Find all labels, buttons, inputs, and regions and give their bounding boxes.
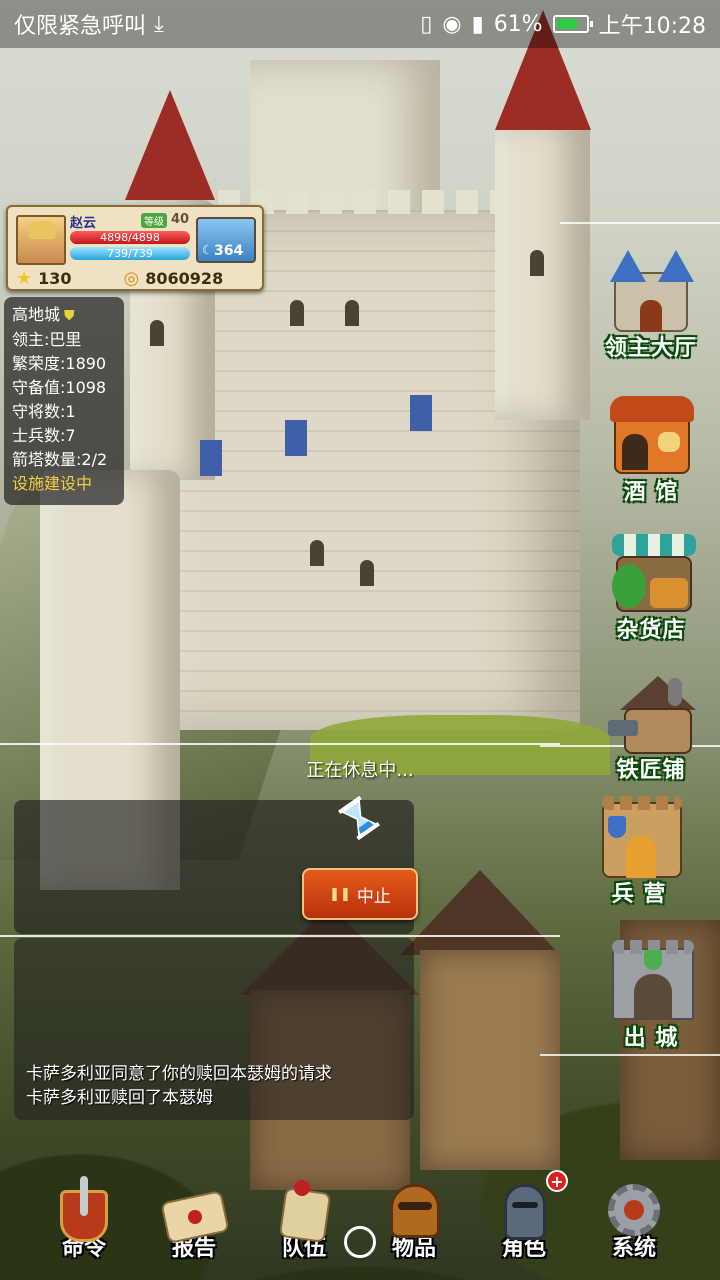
city-lord: 领主:巴里 — [12, 330, 82, 349]
level-value: 40 — [171, 212, 190, 227]
city-defense: 守备值:1098 — [12, 378, 107, 397]
hp-bar: 4898/4898 — [70, 231, 190, 244]
castle-window — [530, 250, 544, 276]
divider — [560, 222, 720, 224]
nav-items[interactable]: 物品 — [364, 1170, 464, 1280]
castle-banner — [410, 395, 432, 431]
castle-banner — [200, 440, 222, 476]
message-log: 卡萨多利亚同意了你的赎回本瑟姆的请求 卡萨多利亚赎回了本瑟姆 — [26, 1062, 426, 1110]
alert-battery-icon: ▮ — [471, 11, 484, 37]
building-lord-hall[interactable]: 领主大厅 — [596, 246, 706, 362]
castle-window — [290, 300, 304, 326]
mp-text: 739/739 — [107, 247, 153, 260]
barracks-icon — [594, 792, 684, 884]
castle-window — [310, 540, 324, 566]
tower-roof — [125, 90, 215, 200]
castle-window — [345, 300, 359, 326]
team-icon — [264, 1176, 344, 1244]
items-icon — [374, 1176, 454, 1244]
grocery-icon — [606, 528, 696, 620]
lord-hall-icon — [606, 246, 696, 338]
tavern-icon — [606, 390, 696, 482]
building-tavern[interactable]: 酒 馆 — [596, 390, 706, 506]
status-bar: 仅限紧急呼叫 ⤓ ▯ ◉ ▮ 61% 上午10:28 — [0, 0, 720, 48]
hourglass-icon — [338, 796, 380, 840]
star-count: 130 — [38, 268, 72, 288]
gold-coin-icon: ◎ — [123, 267, 140, 289]
nav-team[interactable]: 队伍 — [254, 1170, 354, 1280]
clock: 上午10:28 — [598, 14, 706, 39]
star-icon: ★ — [16, 267, 33, 289]
battery-percent: 61% — [493, 11, 543, 37]
nav-system[interactable]: 系统 — [584, 1170, 684, 1280]
nav-command[interactable]: 命令 — [34, 1170, 134, 1280]
city-prosperity: 繁荣度:1890 — [12, 354, 107, 373]
home-button[interactable] — [344, 1226, 376, 1258]
shield-icon: ⛊ — [64, 308, 75, 324]
rest-status-title: 正在休息中... — [306, 760, 414, 781]
stamina-value: 364 — [214, 243, 244, 259]
house — [420, 950, 560, 1170]
command-icon — [44, 1176, 124, 1244]
log-line: 卡萨多利亚赎回了本瑟姆 — [26, 1088, 213, 1108]
city-soldiers: 士兵数:7 — [12, 426, 76, 445]
stamina-box[interactable]: ☾ 364 — [196, 217, 256, 263]
hp-text: 4898/4898 — [100, 231, 160, 244]
gold-count: 8060928 — [145, 268, 224, 288]
moon-icon: ☾ — [202, 243, 213, 257]
building-blacksmith[interactable]: 铁匠铺 — [596, 668, 706, 784]
report-icon — [154, 1176, 234, 1244]
divider — [0, 743, 560, 745]
city-info-panel[interactable]: 高地城 ⛊ 领主:巴里 繁荣度:1890 守备值:1098 守将数:1 士兵数:7… — [4, 297, 124, 505]
mp-bar: 739/739 — [70, 247, 190, 260]
system-icon — [594, 1176, 674, 1244]
battery-icon — [552, 15, 593, 33]
nav-character[interactable]: + 角色 — [474, 1170, 574, 1280]
city-generals: 守将数:1 — [12, 402, 76, 421]
hero-portrait[interactable] — [16, 215, 66, 265]
city-gate-icon — [606, 936, 696, 1028]
divider — [0, 935, 560, 937]
player-card[interactable]: 赵云 等级 40 4898/4898 739/739 ☾ 364 ★ 130 ◎… — [6, 205, 264, 291]
log-line: 卡萨多利亚同意了你的赎回本瑟姆的请求 — [26, 1064, 332, 1084]
divider — [540, 1054, 720, 1056]
carrier-text: 仅限紧急呼叫 — [14, 14, 147, 39]
building-grocery[interactable]: 杂货店 — [596, 528, 706, 644]
building-city-gate[interactable]: 出 城 — [596, 936, 706, 1052]
stop-button[interactable]: ❚❚ 中止 — [302, 868, 418, 920]
nav-report[interactable]: 报告 — [144, 1170, 244, 1280]
blacksmith-icon — [606, 668, 696, 760]
hero-name: 赵云 — [70, 216, 97, 231]
new-badge-icon: + — [546, 1170, 568, 1192]
stop-button-label: 中止 — [356, 886, 391, 907]
city-towers: 箭塔数量:2/2 — [12, 450, 108, 469]
vibrate-icon: ▯ — [420, 11, 433, 37]
download-icon: ⤓ — [154, 11, 164, 37]
city-building-status: 设施建设中 — [12, 474, 93, 493]
pause-icon: ❚❚ — [329, 886, 351, 902]
castle-window — [360, 560, 374, 586]
level-tag: 等级 — [141, 213, 167, 228]
castle-banner — [285, 420, 307, 456]
building-barracks[interactable]: 兵 营 — [584, 792, 694, 908]
house-roof — [400, 870, 560, 955]
eye-icon: ◉ — [442, 11, 462, 37]
city-name: 高地城 — [12, 305, 61, 324]
castle-window — [150, 320, 164, 346]
bottom-nav: 命令 报告 队伍 物品 + 角色 系统 — [0, 1170, 720, 1280]
